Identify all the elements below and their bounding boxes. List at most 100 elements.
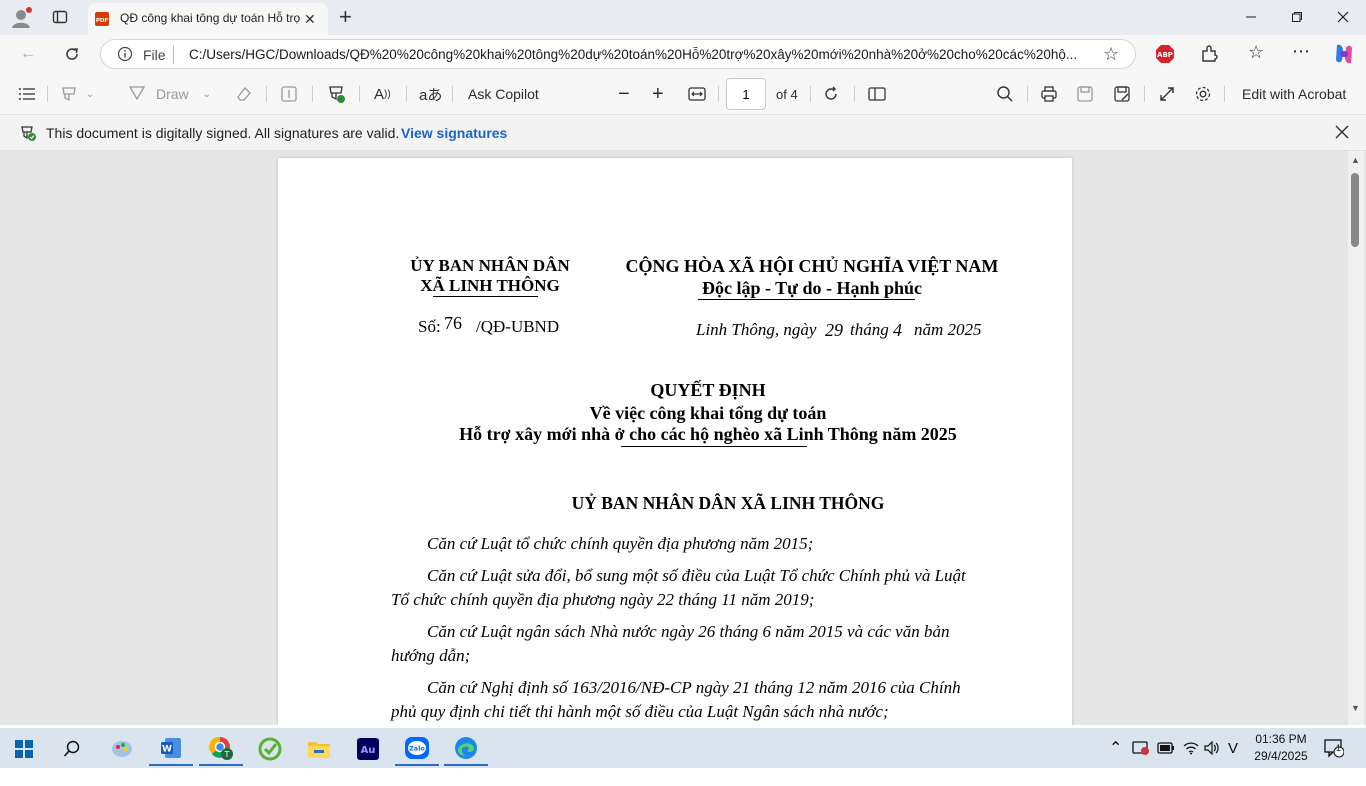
basis-line: Căn cứ Luật sửa đổi, bổ sung một số điều… [427, 566, 966, 585]
tab-pdf[interactable]: PDF QĐ công khai tông dự toán Hỗ trợ ✕ [88, 3, 328, 35]
erase-icon[interactable] [235, 83, 253, 105]
document-subtitle1: Về việc công khai tổng dự toán [589, 403, 827, 423]
edit-with-acrobat-button[interactable]: Edit with Acrobat [1242, 83, 1346, 105]
basis-line: Căn cứ Luật tổ chức chính quyền địa phươ… [427, 534, 814, 553]
date-year: năm 2025 [914, 320, 982, 339]
view-signatures-link[interactable]: View signatures [401, 125, 507, 141]
org-underline [433, 296, 538, 297]
clock-date: 29/4/2025 [1254, 749, 1308, 763]
separator [266, 86, 267, 102]
audition-app-icon[interactable]: Au [346, 732, 390, 766]
draw-button[interactable]: Draw ⌄ [128, 83, 211, 105]
info-icon[interactable] [117, 46, 133, 67]
search-icon[interactable] [50, 732, 94, 766]
signature-message: This document is digitally signed. All s… [46, 125, 400, 141]
zoom-out-icon[interactable]: − [618, 83, 630, 105]
restore-icon[interactable] [1274, 0, 1320, 34]
notifications-icon[interactable]: 1 [1324, 728, 1344, 768]
so-label: Số: [418, 317, 441, 336]
fullscreen-icon[interactable] [1158, 83, 1176, 105]
address-bar[interactable]: File C:/Users/HGC/Downloads/QĐ%20%20công… [100, 39, 1136, 69]
taskbar: W T Au Zalo ⌃ V 01:36 PM 29/4/2025 1 [0, 728, 1366, 768]
chrome-app-icon[interactable]: T [199, 732, 243, 766]
translate-icon[interactable]: aあ [419, 83, 442, 105]
back-icon[interactable]: ← [14, 41, 42, 67]
contents-icon[interactable] [18, 83, 36, 105]
print-icon[interactable] [1040, 83, 1058, 105]
so-suffix: /QĐ-UBND [476, 317, 560, 336]
pdf-viewer[interactable]: ỦY BAN NHÂN DÂN XÃ LINH THÔNG CỘNG HÒA X… [0, 151, 1366, 725]
date-month-label: tháng [850, 320, 889, 339]
scroll-down-icon[interactable]: ▼ [1351, 703, 1360, 713]
zalo-app-icon[interactable]: Zalo [395, 732, 439, 766]
read-aloud-icon[interactable]: A)) [374, 83, 391, 105]
favorite-star-icon[interactable]: ☆ [1103, 44, 1119, 65]
profile-icon[interactable] [10, 7, 32, 29]
new-tab-icon[interactable]: + [339, 4, 352, 30]
svg-text:PDF: PDF [96, 18, 109, 24]
document-subtitle2: Hỗ trợ xây mới nhà ở cho các hộ nghèo xã… [459, 424, 957, 444]
text-box-icon[interactable] [280, 83, 298, 105]
svg-text:Zalo: Zalo [409, 745, 425, 753]
separator [1224, 86, 1225, 102]
copilot-icon[interactable] [1332, 42, 1356, 66]
adblock-icon[interactable]: ABP [1155, 44, 1175, 64]
pdf-page: ỦY BAN NHÂN DÂN XÃ LINH THÔNG CỘNG HÒA X… [278, 158, 1072, 725]
close-tab-icon[interactable]: ✕ [304, 11, 316, 28]
nation-line2: Độc lập - Tự do - Hạnh phúc [701, 278, 923, 298]
sign-icon[interactable] [327, 83, 347, 105]
extensions-icon[interactable] [1199, 44, 1219, 64]
highlight-icon[interactable]: ⌄ [60, 83, 94, 105]
clock[interactable]: 01:36 PM 29/4/2025 [1250, 728, 1312, 768]
address-text: C:/Users/HGC/Downloads/QĐ%20%20công%20kh… [189, 47, 1078, 62]
zoom-in-icon[interactable]: + [652, 83, 664, 105]
minimize-icon[interactable] [1228, 0, 1274, 34]
settings-icon[interactable] [1194, 83, 1212, 105]
save-icon[interactable] [1076, 83, 1094, 105]
fit-width-icon[interactable] [688, 83, 706, 105]
signature-bar: This document is digitally signed. All s… [0, 115, 1366, 151]
org-line2: XÃ LINH THÔNG [420, 276, 560, 295]
so-number: 76 [444, 313, 462, 333]
date-day: 29 [825, 320, 843, 340]
separator [47, 86, 48, 102]
wifi-icon[interactable] [1183, 728, 1199, 768]
scrollbar-thumb[interactable] [1351, 173, 1359, 247]
security-tray-icon[interactable] [1132, 728, 1150, 768]
battery-icon[interactable] [1157, 728, 1175, 768]
volume-icon[interactable] [1204, 728, 1220, 768]
save-as-icon[interactable] [1113, 83, 1131, 105]
refresh-icon[interactable] [58, 41, 86, 67]
more-icon[interactable]: ⋯ [1292, 41, 1310, 62]
file-explorer-icon[interactable] [297, 732, 341, 766]
pdf-icon: PDF [94, 11, 110, 27]
separator [1027, 86, 1028, 102]
date-place: Linh Thông, ngày [696, 320, 817, 339]
find-icon[interactable] [996, 83, 1014, 105]
word-app-icon[interactable]: W [149, 732, 193, 766]
basis-line: Tổ chức chính quyền địa phương ngày 22 t… [391, 590, 815, 609]
page-view-icon[interactable] [868, 83, 886, 105]
ask-copilot-button[interactable]: Ask Copilot [468, 83, 539, 105]
close-window-icon[interactable] [1320, 0, 1366, 34]
svg-text:W: W [162, 745, 172, 755]
app-icon[interactable] [248, 732, 292, 766]
separator [312, 86, 313, 102]
org-line1: ỦY BAN NHÂN DÂN [410, 256, 570, 275]
start-icon[interactable] [2, 732, 46, 766]
vertical-scrollbar[interactable]: ▲ ▼ [1348, 151, 1364, 725]
close-signature-bar-icon[interactable] [1334, 124, 1350, 145]
show-hidden-icons[interactable]: ⌃ [1109, 728, 1122, 768]
rotate-icon[interactable] [822, 83, 840, 105]
vpn-icon[interactable]: V [1228, 728, 1238, 768]
paint-app-icon[interactable] [100, 732, 144, 766]
basis-line: Căn cứ Nghị định số 163/2016/NĐ-CP ngày … [427, 678, 961, 697]
edge-app-icon[interactable] [444, 732, 488, 766]
tab-actions-icon[interactable] [52, 9, 68, 25]
document-title: QUYẾT ĐỊNH [650, 380, 766, 400]
page-number-input[interactable]: 1 [726, 78, 766, 110]
favorites-icon[interactable]: ☆ [1248, 42, 1264, 63]
separator [1144, 86, 1145, 102]
date-month: 4 [893, 320, 902, 340]
scroll-up-icon[interactable]: ▲ [1351, 155, 1360, 165]
